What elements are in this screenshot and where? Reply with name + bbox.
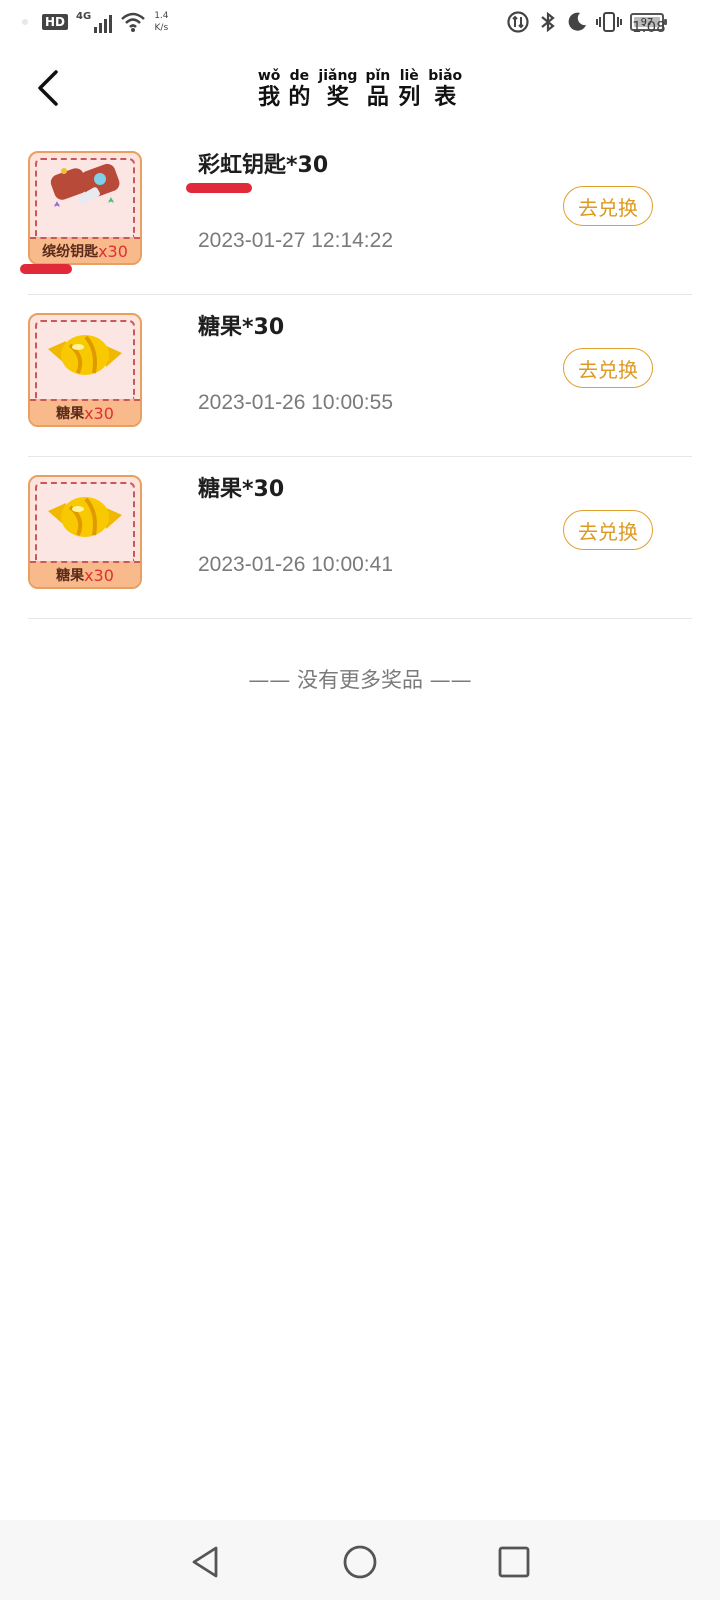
pinyin: de xyxy=(289,68,310,84)
cell-signal-icon: 4G xyxy=(76,11,113,33)
do-not-disturb-moon-icon xyxy=(568,12,586,31)
redeem-button[interactable]: 去兑换 xyxy=(563,348,653,388)
thumbnail-qty: x30 xyxy=(84,403,114,423)
prize-row: 缤纷钥匙 x30 彩虹钥匙*30 2023-01-27 12:14:22 去兑换 xyxy=(28,133,692,295)
network-type: 4G xyxy=(76,11,92,22)
network-speed: 1.4 K/s xyxy=(154,10,168,34)
title-char: pǐn 品 xyxy=(365,68,390,110)
triangle-back-icon xyxy=(192,1546,218,1578)
page-header: wǒ 我 de 的 jiǎng 奖 pǐn 品 liè 列 biǎo 表 xyxy=(0,52,720,132)
notification-dot xyxy=(22,19,28,25)
thumbnail-name: 缤纷钥匙 xyxy=(42,244,99,260)
prize-list: 缤纷钥匙 x30 彩虹钥匙*30 2023-01-27 12:14:22 去兑换 … xyxy=(28,133,692,619)
status-left: HD 4G 1.4 K/s xyxy=(22,10,169,34)
prize-thumbnail: 缤纷钥匙 x30 xyxy=(28,151,142,265)
status-bar: HD 4G 1.4 K/s 97 1:08 xyxy=(0,0,720,52)
annotation-underline xyxy=(20,264,72,274)
page-title: wǒ 我 de 的 jiǎng 奖 pǐn 品 liè 列 biǎo 表 xyxy=(0,68,720,110)
wifi-icon xyxy=(121,12,146,32)
pinyin: wǒ xyxy=(257,68,281,84)
hanzi: 我 xyxy=(258,84,281,110)
prize-row: 糖果 x30 糖果*30 2023-01-26 10:00:41 去兑换 xyxy=(28,457,692,619)
pinyin: jiǎng xyxy=(318,68,358,84)
annotation-underline xyxy=(186,183,252,193)
thumbnail-label: 糖果 x30 xyxy=(30,399,140,425)
prize-thumbnail: 糖果 x30 xyxy=(28,475,142,589)
speed-unit: K/s xyxy=(154,23,169,33)
title-char: liè 列 xyxy=(398,68,420,110)
vibrate-icon xyxy=(596,12,622,32)
prize-thumbnail: 糖果 x30 xyxy=(28,313,142,427)
thumbnail-label: 缤纷钥匙 x30 xyxy=(30,237,140,263)
candy-icon xyxy=(48,497,122,537)
candy-icon xyxy=(48,335,122,375)
hanzi: 表 xyxy=(434,84,457,110)
pinyin: pǐn xyxy=(365,68,391,84)
nav-home-button[interactable] xyxy=(340,1542,380,1582)
bluetooth-icon xyxy=(541,11,555,33)
clock: 1:08 xyxy=(632,18,666,36)
prize-date: 2023-01-26 10:00:41 xyxy=(198,553,393,576)
title-char: biǎo 表 xyxy=(428,68,462,110)
thumbnail-qty: x30 xyxy=(84,565,114,585)
thumbnail-qty: x30 xyxy=(98,241,128,261)
redeem-button[interactable]: 去兑换 xyxy=(563,510,653,550)
speed-value: 1.4 xyxy=(154,11,169,21)
hanzi: 的 xyxy=(288,84,311,110)
hanzi: 奖 xyxy=(326,84,349,110)
title-char: de 的 xyxy=(288,68,310,110)
hd-badge: HD xyxy=(42,14,69,30)
no-more-prizes-note: —— 没有更多奖品 —— xyxy=(248,668,472,692)
system-nav-bar xyxy=(0,1520,720,1600)
prize-name: 糖果*30 xyxy=(198,315,285,340)
data-saver-icon xyxy=(507,11,529,33)
hanzi: 列 xyxy=(398,84,421,110)
title-char: wǒ 我 xyxy=(258,68,281,110)
prize-row: 糖果 x30 糖果*30 2023-01-26 10:00:55 去兑换 xyxy=(28,295,692,457)
nav-back-button[interactable] xyxy=(186,1542,226,1582)
thumbnail-name: 糖果 xyxy=(56,568,85,584)
square-recents-icon xyxy=(498,1546,530,1578)
prize-name: 彩虹钥匙*30 xyxy=(198,153,329,178)
redeem-button[interactable]: 去兑换 xyxy=(563,186,653,226)
prize-name: 糖果*30 xyxy=(198,477,285,502)
prize-date: 2023-01-27 12:14:22 xyxy=(198,229,393,252)
thumbnail-name: 糖果 xyxy=(56,406,85,422)
prize-date: 2023-01-26 10:00:55 xyxy=(198,391,393,414)
thumbnail-label: 糖果 x30 xyxy=(30,561,140,587)
pinyin: liè xyxy=(399,68,419,84)
hanzi: 品 xyxy=(366,84,389,110)
title-char: jiǎng 奖 xyxy=(318,68,357,110)
nav-recents-button[interactable] xyxy=(494,1542,534,1582)
key-icon xyxy=(50,163,120,207)
pinyin: biǎo xyxy=(428,68,463,84)
circle-home-icon xyxy=(343,1545,377,1579)
